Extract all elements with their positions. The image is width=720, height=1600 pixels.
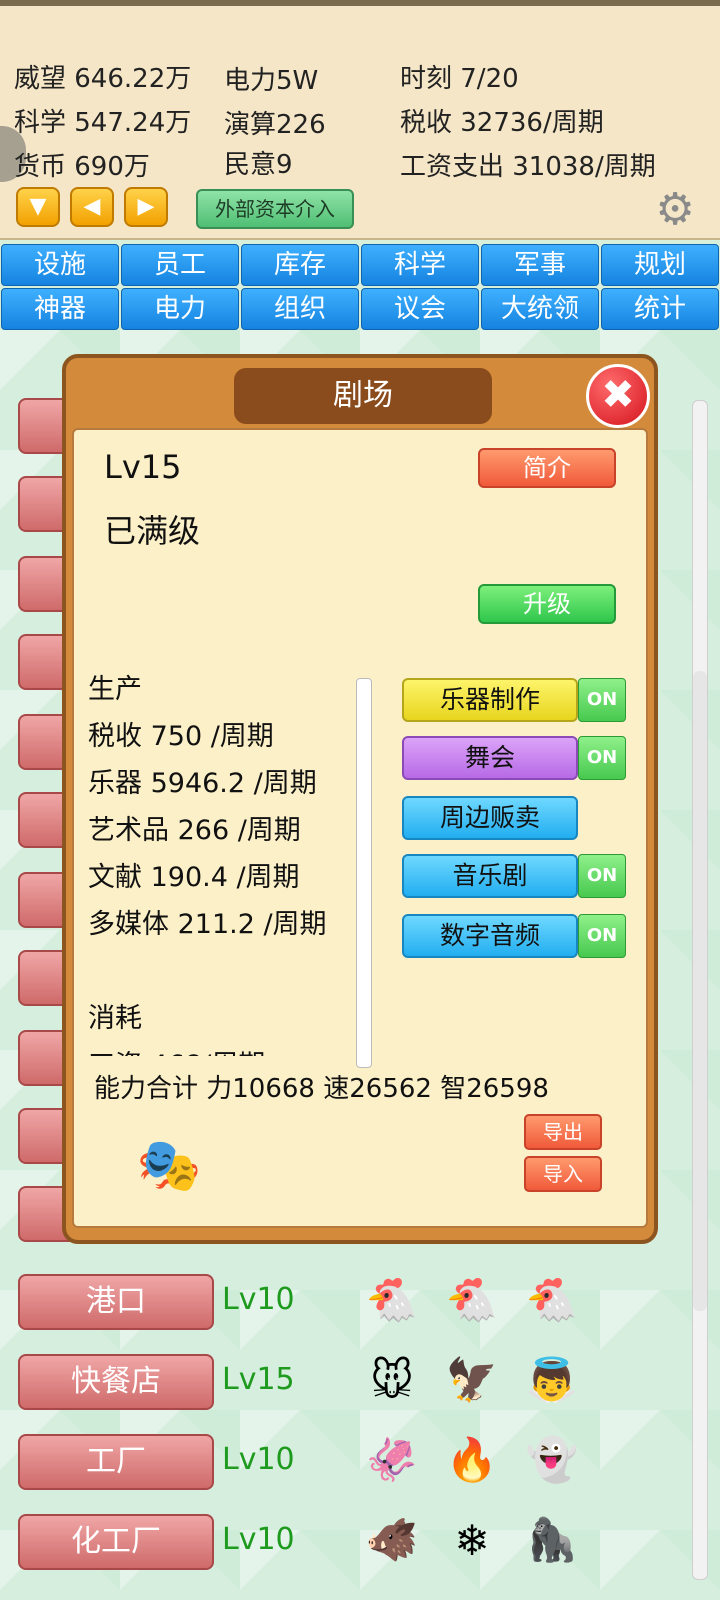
facility-level: Lv15 <box>222 1362 295 1397</box>
theater-dialog: 剧场 ✖ Lv15 已满级 简介 升级 生产 税收 750 /周期 乐器 594… <box>62 354 658 1244</box>
tab-artifacts[interactable]: 神器 <box>1 288 119 330</box>
facility-button-factory[interactable]: 工厂 <box>18 1434 214 1490</box>
time-stat: 时刻 7/20 <box>400 64 519 94</box>
facility-button-port[interactable]: 港口 <box>18 1274 214 1330</box>
next-button[interactable]: ▶ <box>124 187 168 227</box>
toggle-on-button[interactable]: ON <box>578 736 626 780</box>
fire-girl-staff-icon[interactable]: 🔥 <box>436 1424 508 1496</box>
tab-statistics[interactable]: 统计 <box>601 288 719 330</box>
facility-level: Lv10 <box>222 1282 295 1317</box>
chicken-staff-icon[interactable]: 🐔 <box>436 1264 508 1336</box>
tab-facilities[interactable]: 设施 <box>1 244 119 286</box>
compute-stat: 演算226 <box>224 110 326 140</box>
tab-military[interactable]: 军事 <box>481 244 599 286</box>
external-capital-button[interactable]: 外部资本介入 <box>196 189 354 229</box>
science-stat: 科学 547.24万 <box>14 108 192 138</box>
ice-fairy-staff-icon[interactable]: ❄ <box>436 1504 508 1576</box>
tab-organization[interactable]: 组织 <box>241 288 359 330</box>
public-opinion-stat: 民意9 <box>224 150 293 180</box>
facility-level: Lv10 <box>222 1522 295 1557</box>
list-item: 多媒体 211.2 /周期 <box>88 909 327 940</box>
toggle-on-button[interactable]: ON <box>578 914 626 958</box>
staff-group-avatar[interactable]: 🎭 <box>114 1120 224 1210</box>
list-item: 工资 468/周期 <box>88 1042 370 1056</box>
tab-power[interactable]: 电力 <box>121 288 239 330</box>
facility-level: Lv10 <box>222 1442 295 1477</box>
product-digital-audio-button[interactable]: 数字音频 <box>402 914 578 958</box>
dialog-title: 剧场 <box>234 368 492 424</box>
currency-stat: 货币 690万 <box>14 152 150 182</box>
tab-planning[interactable]: 规划 <box>601 244 719 286</box>
prestige-stat: 威望 646.22万 <box>14 64 192 94</box>
product-merch-button[interactable]: 周边贩卖 <box>402 796 578 840</box>
tab-parliament[interactable]: 议会 <box>361 288 479 330</box>
resource-panel: 威望 646.22万 科学 547.24万 货币 690万 电力5W 演算226… <box>0 0 720 240</box>
toggle-on-button[interactable]: ON <box>578 678 626 722</box>
product-instrument-button[interactable]: 乐器制作 <box>402 678 578 722</box>
power-stat: 电力5W <box>224 66 319 96</box>
previous-button[interactable]: ◀ <box>70 187 114 227</box>
arrow-down-icon: ▼ <box>29 194 47 219</box>
product-musical-button[interactable]: 音乐剧 <box>402 854 578 898</box>
chicken-staff-icon[interactable]: 🐔 <box>356 1264 428 1336</box>
list-scrollbar[interactable] <box>692 400 708 1580</box>
product-ball-button[interactable]: 舞会 <box>402 736 578 780</box>
arrow-left-icon: ◀ <box>83 194 101 219</box>
facility-button-fastfood[interactable]: 快餐店 <box>18 1354 214 1410</box>
production-list-scrollbar[interactable] <box>356 678 372 1068</box>
collapse-down-button[interactable]: ▼ <box>16 187 60 227</box>
dialog-body: Lv15 已满级 简介 升级 生产 税收 750 /周期 乐器 5946.2 /… <box>72 428 648 1228</box>
list-item: 艺术品 266 /周期 <box>88 815 301 846</box>
mouse-staff-icon[interactable]: 🐭 <box>356 1344 428 1416</box>
list-item <box>88 948 370 995</box>
yeti-staff-icon[interactable]: 🦍 <box>516 1504 588 1576</box>
angel-staff-icon[interactable]: 👼 <box>516 1344 588 1416</box>
list-item: 乐器 5946.2 /周期 <box>88 768 317 799</box>
ghost-staff-icon[interactable]: 👻 <box>516 1424 588 1496</box>
squid-girl-staff-icon[interactable]: 🦑 <box>356 1424 428 1496</box>
level-label: Lv15 <box>104 448 182 486</box>
list-item: 文献 190.4 /周期 <box>88 862 300 893</box>
toggle-on-button[interactable]: ON <box>578 854 626 898</box>
status-strip <box>0 0 720 6</box>
boar-staff-icon[interactable]: 🐗 <box>356 1504 428 1576</box>
facility-button-chemical[interactable]: 化工厂 <box>18 1514 214 1570</box>
production-list[interactable]: 生产 税收 750 /周期 乐器 5946.2 /周期 艺术品 266 /周期 … <box>88 666 370 1056</box>
tab-science[interactable]: 科学 <box>361 244 479 286</box>
tax-stat: 税收 32736/周期 <box>400 108 604 138</box>
gear-icon[interactable]: ⚙ <box>652 187 698 233</box>
list-item: 生产 <box>88 674 142 705</box>
ability-total: 能力合计 力10668 速26562 智26598 <box>94 1074 549 1104</box>
tab-inventory[interactable]: 库存 <box>241 244 359 286</box>
arrow-right-icon: ▶ <box>137 194 155 219</box>
max-level-label: 已满级 <box>104 512 201 550</box>
tab-president[interactable]: 大统领 <box>481 288 599 330</box>
list-scroll-thumb[interactable] <box>693 671 707 1311</box>
close-icon[interactable]: ✖ <box>586 364 650 428</box>
export-button[interactable]: 导出 <box>524 1114 602 1150</box>
list-item: 消耗 <box>88 1003 142 1034</box>
list-item: 税收 750 /周期 <box>88 721 274 752</box>
tab-staff[interactable]: 员工 <box>121 244 239 286</box>
import-button[interactable]: 导入 <box>524 1156 602 1192</box>
intro-button[interactable]: 简介 <box>478 448 616 488</box>
chicken-staff-icon[interactable]: 🐔 <box>516 1264 588 1336</box>
wage-stat: 工资支出 31038/周期 <box>400 152 656 182</box>
upgrade-button[interactable]: 升级 <box>478 584 616 624</box>
crow-staff-icon[interactable]: 🦅 <box>436 1344 508 1416</box>
